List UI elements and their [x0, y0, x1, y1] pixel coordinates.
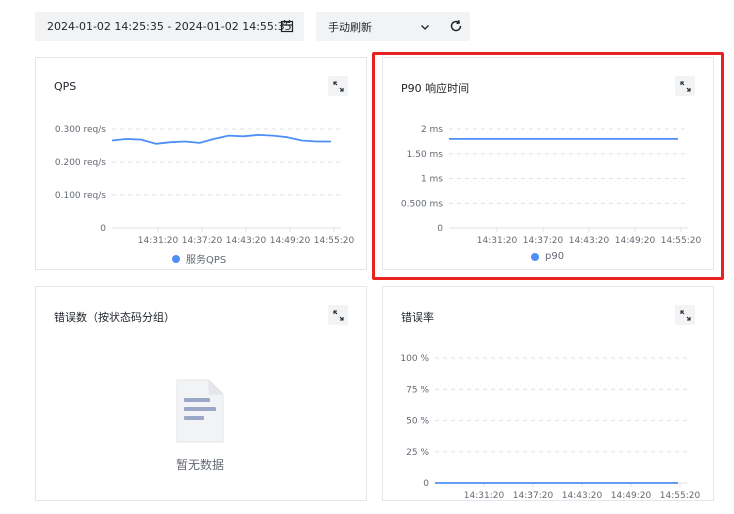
chevron-down-icon[interactable] — [419, 21, 431, 33]
qps-legend-label: 服务QPS — [186, 255, 227, 266]
x-tick-label: 14:37:20 — [513, 491, 554, 500]
y-tick-label: 0.300 req/s — [55, 125, 106, 135]
calendar-icon[interactable] — [280, 19, 294, 33]
x-tick-label: 14:37:20 — [182, 236, 223, 246]
x-tick-label: 14:31:20 — [464, 491, 505, 500]
empty-document-icon — [176, 379, 224, 443]
y-tick-label: 0 — [423, 479, 429, 489]
qps-chart: 0.300 req/s 0.200 req/s 0.100 req/s 0 14:31:… — [55, 125, 355, 246]
x-tick-label: 14:43:20 — [562, 491, 603, 500]
refresh-icon[interactable] — [449, 19, 463, 33]
legend-dot — [172, 254, 180, 263]
y-tick-label: 75 % — [406, 385, 429, 395]
error-rate-panel: 错误率 100 % 75 % 50 % 25 % 0 14:31:20 14:37:20 14… — [382, 286, 714, 501]
qps-panel: QPS 0.300 req/s 0.200 req/s 0.100 req/s 0 14… — [35, 57, 367, 270]
x-tick-label: 14:55:20 — [314, 236, 355, 246]
refresh-mode-select[interactable]: 手动刷新 — [316, 12, 470, 41]
refresh-mode-label: 手动刷新 — [328, 20, 372, 34]
error-rate-chart: 100 % 75 % 50 % 25 % 0 14:31:20 14:37:20 14:43:… — [400, 354, 701, 500]
errors-panel-title: 错误数（按状态码分组） — [54, 311, 175, 324]
x-tick-label: 14:49:20 — [270, 236, 311, 246]
y-tick-label: 0.200 req/s — [55, 158, 106, 168]
time-range-picker[interactable]: 2024-01-02 14:25:35 - 2024-01-02 14:55:3… — [35, 12, 304, 41]
empty-state: 暂无数据 — [140, 378, 260, 473]
y-tick-label: 50 % — [406, 417, 429, 427]
y-tick-label: 0 — [100, 224, 106, 234]
expand-icon — [332, 309, 344, 321]
empty-text: 暂无数据 — [175, 458, 224, 472]
y-tick-label: 100 % — [400, 354, 429, 364]
highlight-box — [372, 52, 724, 280]
x-tick-label: 14:43:20 — [226, 236, 267, 246]
x-tick-label: 14:55:20 — [660, 491, 701, 500]
x-tick-label: 14:31:20 — [138, 236, 179, 246]
errors-expand-button[interactable] — [328, 305, 348, 325]
y-tick-label: 25 % — [406, 448, 429, 458]
x-tick-label: 14:49:20 — [611, 491, 652, 500]
y-tick-label: 0.100 req/s — [55, 191, 106, 201]
time-range-text: 2024-01-02 14:25:35 - 2024-01-02 14:55:3… — [47, 20, 292, 33]
qps-legend[interactable]: 服务QPS — [172, 251, 226, 266]
series-line — [111, 134, 331, 145]
